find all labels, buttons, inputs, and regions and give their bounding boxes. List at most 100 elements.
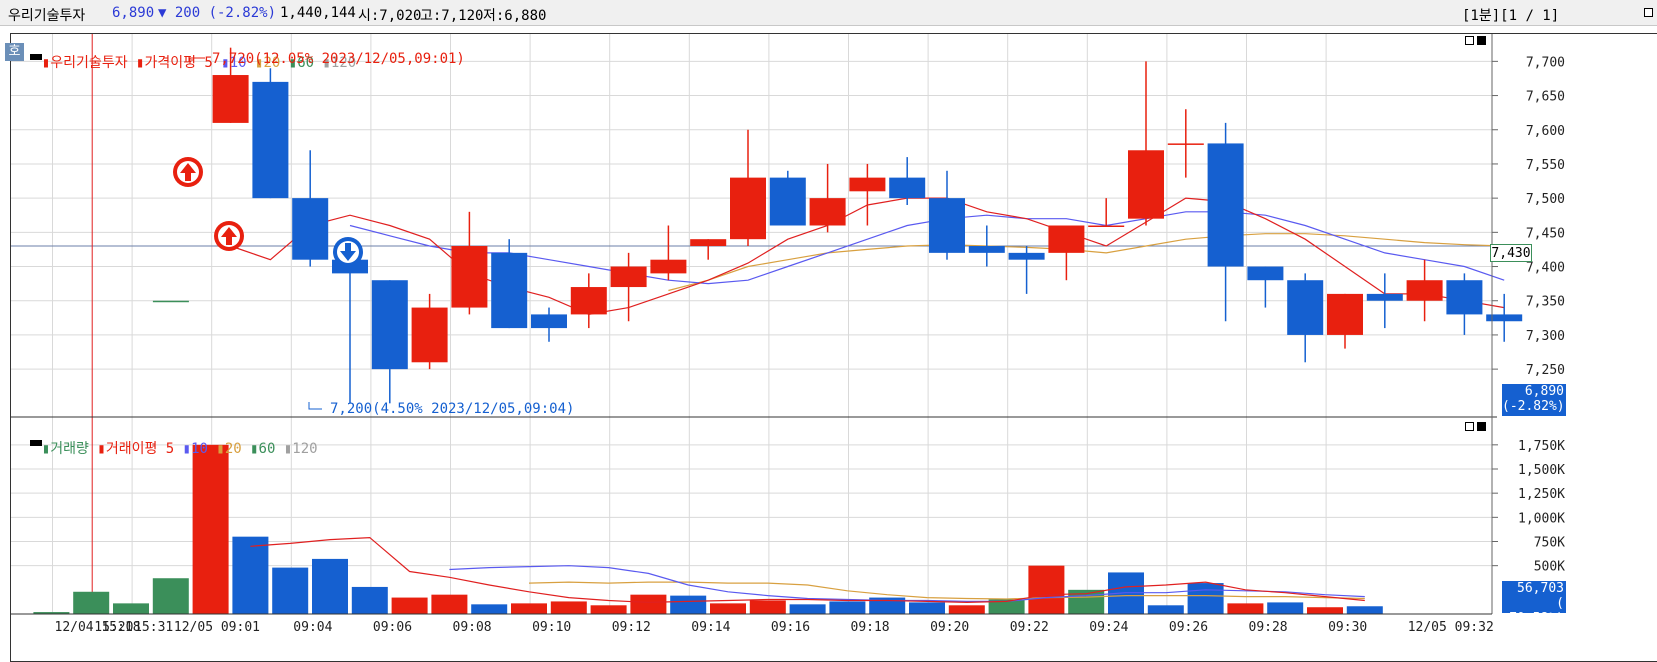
price-tick-label: 7,700 [1526, 55, 1565, 70]
volume-bar [431, 594, 468, 614]
x-tick-label: 09:14 [691, 620, 730, 635]
volume-bar [391, 597, 428, 614]
low-annotation: 7,200(4.50% 2023/12/05,09:04) [330, 401, 575, 417]
candle-body [929, 198, 965, 253]
pane-close-icon[interactable] [1477, 36, 1486, 45]
x-tick-label: 09:30 [1328, 620, 1367, 635]
volume-bar [73, 591, 110, 614]
current-volume-pct: ( 70.58%) [1509, 596, 1564, 626]
x-tick-label: 15:20 [94, 620, 133, 635]
volume-bar [511, 603, 547, 614]
candle-body [570, 287, 607, 315]
x-tick-label: 09:20 [930, 620, 969, 635]
current-volume-value: 56,703 [1517, 581, 1564, 596]
candle-body [610, 266, 647, 288]
line-price-label: 7,430 [1490, 244, 1532, 262]
volume-bar [749, 600, 786, 614]
volume-bar [1227, 603, 1264, 614]
candle-body [1406, 280, 1443, 301]
price-tick-label: 7,300 [1526, 329, 1565, 344]
candle-body [730, 177, 766, 240]
price-tick-label: 7,350 [1526, 295, 1565, 310]
price-tick-label: 7,450 [1526, 226, 1565, 241]
volume-tick-label: 1,250K [1518, 487, 1565, 502]
candle-body [809, 198, 846, 226]
volume-bar [113, 603, 149, 614]
x-tick-label: 09:16 [771, 620, 810, 635]
price-ma20-line [668, 233, 1505, 292]
candle-body [252, 81, 289, 199]
volume-bar [1028, 565, 1065, 614]
legend-volume-ma20: 20 [224, 441, 242, 457]
candle-body [152, 300, 189, 303]
candle-body [849, 177, 886, 192]
volume-bar [152, 578, 189, 614]
pane-maximize-icon[interactable] [1465, 36, 1474, 45]
volume-bar [1307, 607, 1343, 614]
candle-body [1167, 143, 1204, 145]
low-annotation-leader [308, 402, 322, 410]
candle-body [1008, 252, 1045, 260]
volume-tick-label: 1,500K [1518, 463, 1565, 478]
volume-bar [1346, 606, 1383, 614]
candle-body [690, 239, 727, 247]
x-tick-label: 09:08 [453, 620, 492, 635]
x-tick-label: 12/05 09:32 [1408, 620, 1494, 635]
candle-body [1287, 280, 1324, 335]
candle-body [371, 280, 408, 370]
candle-body [968, 246, 1005, 253]
x-tick-label: 15:31 [134, 620, 173, 635]
legend-volume-ma: 거래이평 5 [105, 441, 175, 457]
candle-body [451, 246, 488, 308]
volume-tick-label: 1,750K [1518, 439, 1565, 454]
side-tab-button[interactable]: 호 [5, 43, 24, 61]
volume-bar [948, 605, 985, 614]
legend-volume-ma60: 60 [258, 441, 276, 457]
volume-bar [192, 444, 229, 614]
volume-bar [909, 602, 945, 614]
buy-signal-up-arrow-icon [214, 221, 244, 251]
volume-bar [232, 536, 269, 614]
pane-maximize-icon[interactable] [1465, 422, 1474, 431]
candle-body [1446, 280, 1483, 315]
x-tick-label: 09:10 [532, 620, 571, 635]
candle-body [1207, 143, 1244, 267]
volume-bar [1267, 602, 1304, 614]
candle-body [411, 307, 448, 363]
price-tick-label: 7,250 [1526, 363, 1565, 378]
volume-tick-label: 750K [1534, 536, 1565, 551]
volume-bar [670, 595, 707, 614]
legend-toggle-icon[interactable] [29, 54, 42, 60]
current-price-change: (-2.82%) [1502, 399, 1565, 414]
volume-bar [710, 603, 746, 614]
volume-bar [630, 594, 667, 614]
pane-close-icon[interactable] [1477, 422, 1486, 431]
x-tick-label: 09:24 [1089, 620, 1128, 635]
candle-body [1327, 293, 1363, 335]
candle-body [1088, 225, 1125, 227]
x-tick-label: 09:22 [1010, 620, 1049, 635]
volume-legend: ▮거래량 ▮거래이평 5 ▮10 ▮20 ▮60 ▮120 [13, 422, 318, 458]
candle-body [491, 252, 528, 329]
x-tick-label: 09:26 [1169, 620, 1208, 635]
candles [152, 47, 1523, 404]
candle-body [292, 198, 329, 260]
price-tick-label: 7,550 [1526, 158, 1565, 173]
chart-canvas: 7,250 7,300 7,350 7,400 7,450 7,500 7,550 7,600… [10, 34, 1565, 635]
candle-body [650, 259, 687, 274]
candle-body [1128, 150, 1164, 219]
candle-body [1247, 266, 1284, 281]
price-tick-label: 7,400 [1526, 261, 1565, 276]
candle-body [531, 314, 567, 329]
legend-toggle-icon[interactable] [29, 440, 42, 446]
price-tick-label: 7,600 [1526, 124, 1565, 139]
current-price-tag: 6,890 (-2.82%) [1502, 384, 1566, 416]
legend-volume-ma120: 120 [292, 441, 318, 457]
volume-bar [789, 604, 826, 614]
volume-bar [351, 586, 388, 614]
volume-bar [312, 558, 348, 614]
x-tick-label: 09:04 [293, 620, 332, 635]
legend-volume-ma10: 10 [191, 441, 208, 457]
volume-bar [1187, 583, 1224, 614]
volume-bar [590, 605, 627, 614]
